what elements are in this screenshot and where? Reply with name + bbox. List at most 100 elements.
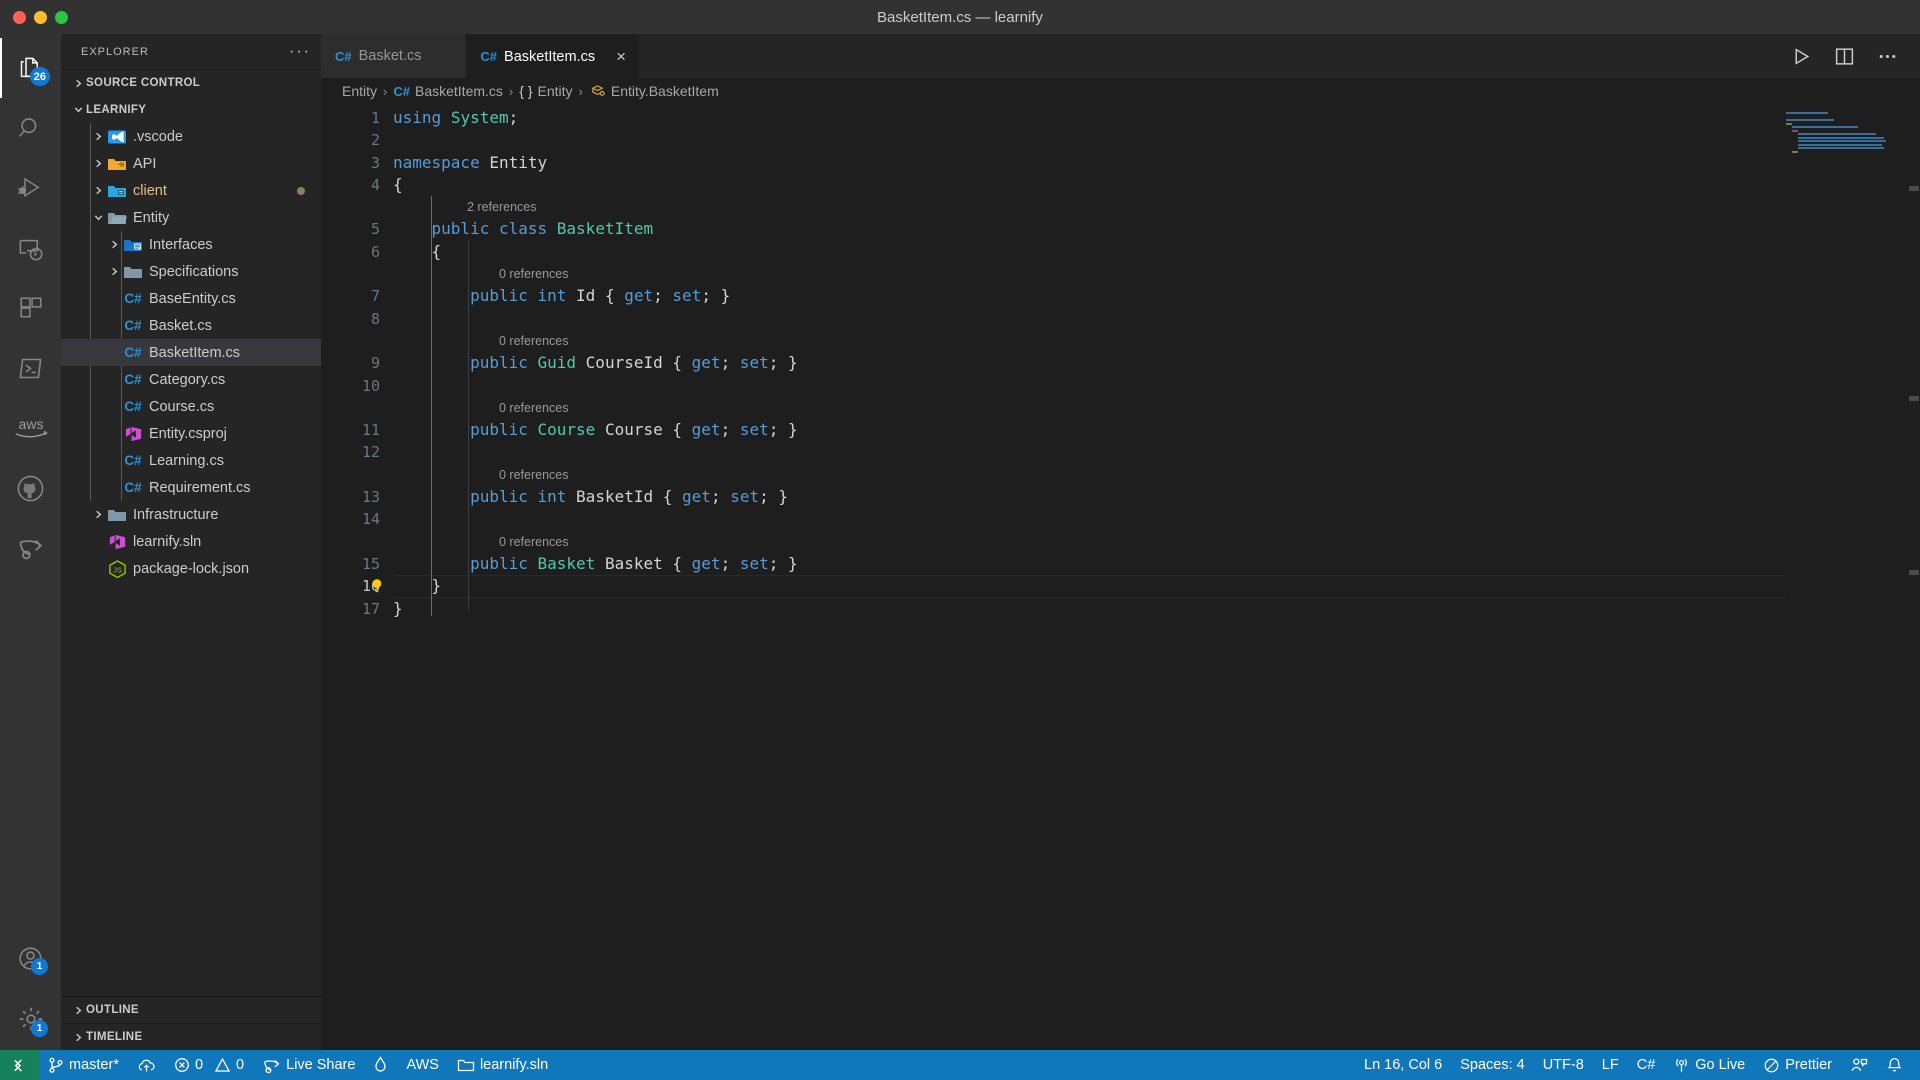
code-line-13[interactable]: 13 public int BasketId { get; set; } [321, 486, 1920, 508]
status-go-live[interactable]: Go Live [1664, 1050, 1754, 1080]
tree-item-learnify-sln[interactable]: learnify.sln [61, 528, 321, 555]
activity-live-share[interactable] [0, 518, 61, 578]
activity-terminal[interactable] [0, 338, 61, 398]
breadcrumb-item-class[interactable]: Entity.BasketItem [589, 83, 719, 99]
tree-item-requirement-cs[interactable]: C#Requirement.cs [61, 474, 321, 501]
status-live-share[interactable]: Live Share [253, 1050, 364, 1080]
activity-search[interactable] [0, 98, 61, 158]
chevron-right-icon[interactable] [90, 509, 106, 520]
editor-scrollbar[interactable] [1906, 104, 1920, 1050]
tree-item-client[interactable]: client [61, 177, 321, 204]
status-flame[interactable] [364, 1050, 397, 1080]
code-line-14[interactable]: 14 [321, 508, 1920, 530]
code-line-11[interactable]: 11 public Course Course { get; set; } [321, 419, 1920, 441]
tree-item-category-cs[interactable]: C#Category.cs [61, 366, 321, 393]
breadcrumb-item-entity-folder[interactable]: Entity [342, 83, 377, 99]
code-line-16[interactable]: 16 } [321, 575, 1920, 597]
tree-item-infrastructure[interactable]: Infrastructure [61, 501, 321, 528]
ellipsis-icon[interactable] [1877, 46, 1898, 67]
status-sync[interactable] [128, 1050, 165, 1080]
status-encoding[interactable]: UTF-8 [1534, 1050, 1593, 1080]
code-line-12[interactable]: 12 [321, 441, 1920, 463]
activity-aws[interactable]: aws [0, 398, 61, 458]
breadcrumb-item-file[interactable]: C# BasketItem.cs [393, 83, 503, 99]
activity-explorer[interactable]: 26 [0, 38, 61, 98]
minimize-window-button[interactable] [34, 11, 47, 24]
code-line-15[interactable]: 15 public Basket Basket { get; set; } [321, 553, 1920, 575]
status-eol[interactable]: LF [1593, 1050, 1628, 1080]
code-line-6[interactable]: 6 { [321, 241, 1920, 263]
sidebar-more-actions-icon[interactable]: ··· [289, 47, 311, 57]
split-editor-icon[interactable] [1834, 46, 1855, 67]
code-line-4[interactable]: 4{ [321, 174, 1920, 196]
tree-item-package-lock-json[interactable]: JSpackage-lock.json [61, 555, 321, 582]
activity-accounts[interactable]: 1 [0, 928, 61, 988]
panel-timeline[interactable]: TIMELINE [61, 1023, 321, 1050]
tree-item-specifications[interactable]: Specifications [61, 258, 321, 285]
play-icon[interactable] [1791, 46, 1812, 67]
codelens-references[interactable]: 2 references [321, 196, 1920, 218]
tree-item-course-cs[interactable]: C#Course.cs [61, 393, 321, 420]
activity-remote-explorer[interactable] [0, 218, 61, 278]
chevron-right-icon[interactable] [90, 185, 106, 196]
code-content[interactable]: 1using System;23namespace Entity4{2 refe… [321, 104, 1920, 1050]
tree-item-learning-cs[interactable]: C#Learning.cs [61, 447, 321, 474]
tree-item-baseentity-cs[interactable]: C#BaseEntity.cs [61, 285, 321, 312]
codelens-references[interactable]: 0 references [321, 464, 1920, 486]
editor-tab-basket[interactable]: C# Basket.cs × [321, 34, 466, 78]
status-notifications[interactable] [1877, 1050, 1912, 1080]
code-line-9[interactable]: 9 public Guid CourseId { get; set; } [321, 352, 1920, 374]
status-feedback[interactable] [1841, 1050, 1877, 1080]
code-line-8[interactable]: 8 [321, 308, 1920, 330]
code-line-1[interactable]: 1using System; [321, 107, 1920, 129]
panel-outline[interactable]: OUTLINE [61, 996, 321, 1023]
status-active-solution[interactable]: learnify.sln [448, 1050, 557, 1080]
activity-github[interactable] [0, 458, 61, 518]
chevron-right-icon[interactable] [90, 131, 106, 142]
code-line-7[interactable]: 7 public int Id { get; set; } [321, 285, 1920, 307]
status-problems[interactable]: 0 0 [165, 1050, 253, 1080]
chevron-right-icon: › [509, 84, 513, 99]
status-aws[interactable]: AWS [397, 1050, 448, 1080]
tree-item-entity-csproj[interactable]: Entity.csproj [61, 420, 321, 447]
minimap[interactable] [1786, 112, 1906, 158]
chevron-down-icon[interactable] [90, 212, 106, 223]
code-editor[interactable]: 1using System;23namespace Entity4{2 refe… [321, 104, 1920, 1050]
chevron-right-icon[interactable] [106, 266, 122, 277]
status-cursor-position[interactable]: Ln 16, Col 6 [1355, 1050, 1451, 1080]
codelens-references[interactable]: 0 references [321, 397, 1920, 419]
code-line-5[interactable]: 5 public class BasketItem [321, 218, 1920, 240]
tree-item-interfaces[interactable]: Interfaces [61, 231, 321, 258]
close-icon[interactable]: × [616, 50, 626, 64]
sidebar-section-learnify[interactable]: LEARNIFY [61, 96, 321, 123]
codelens-references[interactable]: 0 references [321, 531, 1920, 553]
activity-settings[interactable]: 1 [0, 988, 61, 1050]
codelens-references[interactable]: 0 references [321, 263, 1920, 285]
editor-tab-basketitem[interactable]: C# BasketItem.cs × [466, 34, 640, 78]
status-prettier[interactable]: Prettier [1754, 1050, 1841, 1080]
tree-item-api[interactable]: API [61, 150, 321, 177]
code-line-2[interactable]: 2 [321, 129, 1920, 151]
lightbulb-icon[interactable] [369, 578, 385, 594]
tree-item-basketitem-cs[interactable]: C#BasketItem.cs [61, 339, 321, 366]
tree-item--vscode[interactable]: .vscode [61, 123, 321, 150]
status-branch[interactable]: master* [39, 1050, 128, 1080]
code-line-17[interactable]: 17} [321, 598, 1920, 620]
close-window-button[interactable] [13, 11, 26, 24]
maximize-window-button[interactable] [55, 11, 68, 24]
file-tree[interactable]: .vscodeAPIclientEntityInterfacesSpecific… [61, 123, 321, 996]
activity-extensions[interactable] [0, 278, 61, 338]
status-remote-host[interactable] [0, 1050, 39, 1080]
code-line-10[interactable]: 10 [321, 375, 1920, 397]
sidebar-section-source-control[interactable]: SOURCE CONTROL [61, 69, 321, 96]
chevron-right-icon[interactable] [90, 158, 106, 169]
code-line-3[interactable]: 3namespace Entity [321, 152, 1920, 174]
tree-item-basket-cs[interactable]: C#Basket.cs [61, 312, 321, 339]
breadcrumb-item-namespace[interactable]: { } Entity [519, 83, 572, 99]
status-language-mode[interactable]: C# [1628, 1050, 1665, 1080]
chevron-right-icon[interactable] [106, 239, 122, 250]
activity-run-debug[interactable] [0, 158, 61, 218]
tree-item-entity[interactable]: Entity [61, 204, 321, 231]
status-indentation[interactable]: Spaces: 4 [1451, 1050, 1534, 1080]
codelens-references[interactable]: 0 references [321, 330, 1920, 352]
